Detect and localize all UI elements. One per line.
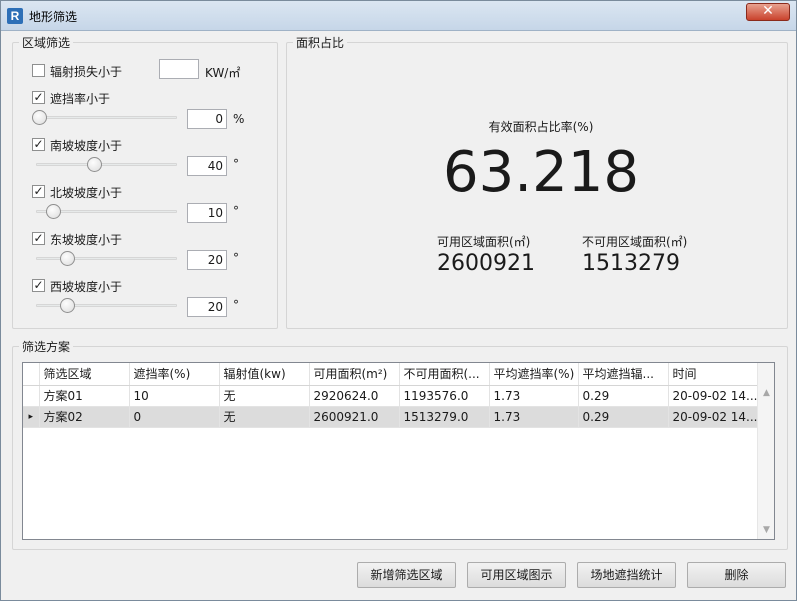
south-slope-slider-track[interactable] <box>36 163 177 166</box>
south-slope-unit: ° <box>233 157 239 171</box>
column-header[interactable]: 筛选区域 <box>39 363 130 386</box>
table-cell[interactable]: 无 <box>219 385 310 407</box>
table-row-selected[interactable]: ▸ 方案02 0 无 2600921.0 1513279.0 1.73 0.29… <box>23 406 759 428</box>
north-slope-unit: ° <box>233 204 239 218</box>
scheme-legend: 筛选方案 <box>22 340 71 354</box>
usable-area-value: 2600921 <box>437 251 535 276</box>
north-slope-label: 北坡坡度小于 <box>50 186 123 200</box>
add-filter-region-button[interactable]: 新增筛选区域 <box>357 562 456 588</box>
scheme-table: 筛选区域 遮挡率(%) 辐射值(kw) 可用面积(m²) 不可用面积(... 平… <box>23 363 759 428</box>
radiation-checkbox[interactable] <box>32 64 45 77</box>
row-header-corner <box>23 363 40 386</box>
dialog-window: R 地形筛选 ✕ 区域筛选 辐射损失小于 KW/㎡ ✓ 遮挡率小于 0 % ✓ … <box>0 0 797 601</box>
east-slope-input[interactable]: 20 <box>187 250 227 270</box>
west-slope-slider-thumb[interactable] <box>59 298 75 313</box>
usable-area-label: 可用区域面积(㎡) <box>437 235 531 249</box>
north-slope-slider-thumb[interactable] <box>45 204 61 219</box>
shading-statistics-button[interactable]: 场地遮挡统计 <box>577 562 676 588</box>
south-slope-checkbox[interactable]: ✓ <box>32 138 45 151</box>
row-header[interactable] <box>23 385 40 407</box>
current-row-marker-icon[interactable]: ▸ <box>23 406 40 428</box>
west-slope-label: 西坡坡度小于 <box>50 280 123 294</box>
table-cell[interactable]: 方案02 <box>39 406 130 428</box>
column-header[interactable]: 时间 <box>668 363 759 386</box>
west-slope-slider-track[interactable] <box>36 304 177 307</box>
region-filter-legend: 区域筛选 <box>22 36 71 50</box>
east-slope-slider-thumb[interactable] <box>59 251 75 266</box>
scheme-grid[interactable]: 筛选区域 遮挡率(%) 辐射值(kw) 可用面积(m²) 不可用面积(... 平… <box>22 362 775 540</box>
west-slope-unit: ° <box>233 298 239 312</box>
east-slope-label: 东坡坡度小于 <box>50 233 123 247</box>
north-slope-input[interactable]: 10 <box>187 203 227 223</box>
table-row[interactable]: 方案01 10 无 2920624.0 1193576.0 1.73 0.29 … <box>23 385 759 407</box>
table-cell[interactable]: 1.73 <box>489 406 579 428</box>
table-cell[interactable]: 无 <box>219 406 310 428</box>
title-bar[interactable]: R 地形筛选 ✕ <box>1 1 796 31</box>
column-header[interactable]: 平均遮挡辐... <box>578 363 669 386</box>
scroll-up-icon[interactable]: ▲ <box>758 385 775 402</box>
delete-button[interactable]: 删除 <box>687 562 786 588</box>
west-slope-checkbox[interactable]: ✓ <box>32 279 45 292</box>
scroll-down-icon[interactable]: ▼ <box>758 522 775 539</box>
shading-slider-thumb[interactable] <box>32 110 47 125</box>
table-cell[interactable]: 0.29 <box>578 385 669 407</box>
table-cell[interactable]: 20-09-02 14... <box>668 406 759 428</box>
column-header[interactable]: 遮挡率(%) <box>129 363 220 386</box>
table-cell[interactable]: 0 <box>129 406 220 428</box>
vertical-scrollbar[interactable]: ▲ ▼ <box>757 363 774 539</box>
revit-app-icon: R <box>7 8 23 24</box>
east-slope-slider-track[interactable] <box>36 257 177 260</box>
table-cell[interactable]: 方案01 <box>39 385 130 407</box>
column-header[interactable]: 辐射值(kw) <box>219 363 310 386</box>
radiation-input[interactable] <box>159 59 199 79</box>
column-header[interactable]: 平均遮挡率(%) <box>489 363 579 386</box>
table-cell[interactable]: 1193576.0 <box>399 385 490 407</box>
unusable-area-value: 1513279 <box>582 251 680 276</box>
shading-checkbox[interactable]: ✓ <box>32 91 45 104</box>
table-header-row: 筛选区域 遮挡率(%) 辐射值(kw) 可用面积(m²) 不可用面积(... 平… <box>23 363 759 386</box>
close-button[interactable]: ✕ <box>746 3 790 21</box>
table-cell[interactable]: 2920624.0 <box>309 385 400 407</box>
table-cell[interactable]: 20-09-02 14... <box>668 385 759 407</box>
column-header[interactable]: 可用面积(m²) <box>309 363 400 386</box>
show-usable-region-button[interactable]: 可用区域图示 <box>467 562 566 588</box>
effective-area-ratio-label: 有效面积占比率(%) <box>488 120 594 134</box>
shading-unit: % <box>233 112 245 126</box>
table-cell[interactable]: 0.29 <box>578 406 669 428</box>
area-ratio-legend: 面积占比 <box>296 36 345 50</box>
shading-slider-track[interactable] <box>36 116 177 119</box>
table-cell[interactable]: 1513279.0 <box>399 406 490 428</box>
shading-label: 遮挡率小于 <box>50 92 111 106</box>
table-cell[interactable]: 10 <box>129 385 220 407</box>
table-cell[interactable]: 2600921.0 <box>309 406 400 428</box>
east-slope-checkbox[interactable]: ✓ <box>32 232 45 245</box>
south-slope-label: 南坡坡度小于 <box>50 139 123 153</box>
effective-area-ratio-value: 63.218 <box>443 140 639 205</box>
south-slope-input[interactable]: 40 <box>187 156 227 176</box>
shading-input[interactable]: 0 <box>187 109 227 129</box>
window-title: 地形筛选 <box>29 10 78 24</box>
radiation-label: 辐射损失小于 <box>50 65 123 79</box>
column-header[interactable]: 不可用面积(... <box>399 363 490 386</box>
unusable-area-label: 不可用区域面积(㎡) <box>582 235 688 249</box>
table-cell[interactable]: 1.73 <box>489 385 579 407</box>
north-slope-checkbox[interactable]: ✓ <box>32 185 45 198</box>
radiation-unit: KW/㎡ <box>205 66 241 80</box>
east-slope-unit: ° <box>233 251 239 265</box>
west-slope-input[interactable]: 20 <box>187 297 227 317</box>
